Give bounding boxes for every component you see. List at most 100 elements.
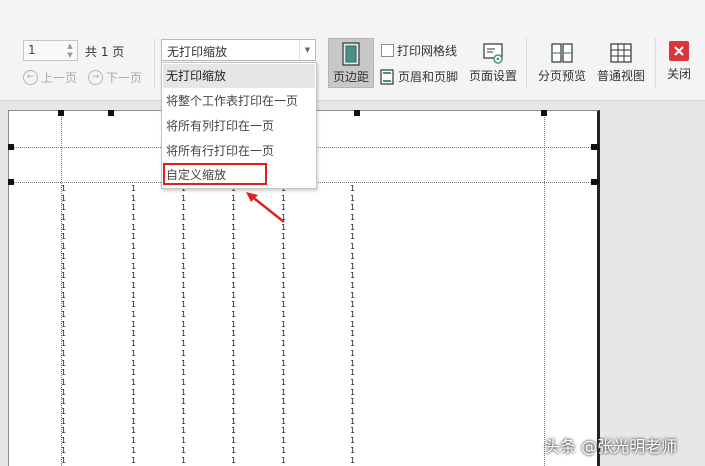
zoom-option-fit-rows[interactable]: 将所有行打印在一页 xyxy=(163,139,315,163)
margin-guide-right[interactable] xyxy=(544,112,545,466)
cell-value: 1 xyxy=(131,203,136,212)
close-icon xyxy=(669,41,689,61)
normal-view-button[interactable]: 普通视图 xyxy=(594,38,648,88)
page-break-icon xyxy=(551,43,573,63)
margin-handle[interactable] xyxy=(591,179,599,185)
print-gridlines-checkbox[interactable]: 打印网格线 xyxy=(381,42,457,59)
cell-value: 1 xyxy=(181,281,186,290)
cell-value: 1 xyxy=(131,368,136,377)
margins-label: 页边距 xyxy=(332,70,369,84)
cell-value: 1 xyxy=(61,203,66,212)
margin-handle[interactable] xyxy=(58,110,64,116)
cell-value: 1 xyxy=(61,446,66,455)
cell-value: 1 xyxy=(131,407,136,416)
cell-value: 1 xyxy=(350,339,355,348)
cell-value: 1 xyxy=(231,213,236,222)
cell-value: 1 xyxy=(231,397,236,406)
cell-value: 1 xyxy=(231,329,236,338)
spin-up-icon[interactable]: ▲ xyxy=(65,42,75,51)
spin-down-icon[interactable]: ▼ xyxy=(65,51,75,60)
cell-value: 1 xyxy=(61,359,66,368)
cell-value: 1 xyxy=(181,223,186,232)
column-handle[interactable] xyxy=(354,110,360,116)
cell-value: 1 xyxy=(61,271,66,280)
total-pages: 共 1 页 xyxy=(85,45,125,59)
chevron-down-icon[interactable]: ▼ xyxy=(299,40,315,60)
next-page-label: 下一页 xyxy=(106,70,143,85)
next-page-button[interactable]: → 下一页 xyxy=(88,68,142,86)
cell-value: 1 xyxy=(281,397,286,406)
page-setup-button[interactable]: 页面设置 xyxy=(467,38,519,88)
zoom-option-custom[interactable]: 自定义缩放 xyxy=(163,163,315,187)
cell-value: 1 xyxy=(281,291,286,300)
cell-value: 1 xyxy=(61,300,66,309)
cell-value: 1 xyxy=(131,388,136,397)
cell-value: 1 xyxy=(281,378,286,387)
cell-value: 1 xyxy=(231,223,236,232)
prev-page-button[interactable]: ← 上一页 xyxy=(23,68,77,86)
grid-icon xyxy=(610,43,632,63)
column-handle[interactable] xyxy=(108,110,114,116)
cell-value: 1 xyxy=(350,378,355,387)
margin-handle[interactable] xyxy=(8,179,14,185)
cell-value: 1 xyxy=(131,291,136,300)
checkbox-icon xyxy=(381,44,394,57)
cell-value: 1 xyxy=(131,397,136,406)
zoom-option-fit-columns[interactable]: 将所有列打印在一页 xyxy=(163,114,315,138)
cell-value: 1 xyxy=(61,291,66,300)
cell-value: 1 xyxy=(131,359,136,368)
cell-value: 1 xyxy=(231,368,236,377)
cell-value: 1 xyxy=(181,300,186,309)
cell-value: 1 xyxy=(350,349,355,358)
margin-handle[interactable] xyxy=(541,110,547,116)
zoom-option-no-scaling[interactable]: 无打印缩放 xyxy=(163,64,315,88)
cell-value: 1 xyxy=(350,446,355,455)
cell-value: 1 xyxy=(181,388,186,397)
cell-value: 1 xyxy=(61,281,66,290)
cell-value: 1 xyxy=(350,223,355,232)
cell-value: 1 xyxy=(61,378,66,387)
cell-value: 1 xyxy=(61,329,66,338)
cell-value: 1 xyxy=(131,242,136,251)
cell-value: 1 xyxy=(61,407,66,416)
divider xyxy=(655,38,656,88)
cell-value: 1 xyxy=(181,368,186,377)
close-button[interactable]: 关闭 xyxy=(662,38,696,88)
cell-value: 1 xyxy=(231,252,236,261)
cell-value: 1 xyxy=(181,329,186,338)
cell-value: 1 xyxy=(131,281,136,290)
cell-value: 1 xyxy=(181,378,186,387)
cell-value: 1 xyxy=(231,407,236,416)
margin-handle[interactable] xyxy=(591,144,599,150)
page-break-preview-button[interactable]: 分页预览 xyxy=(535,38,589,88)
cell-value: 1 xyxy=(61,368,66,377)
cell-value: 1 xyxy=(350,271,355,280)
cell-value: 1 xyxy=(350,368,355,377)
cell-value: 1 xyxy=(281,359,286,368)
divider xyxy=(154,38,155,88)
cell-value: 1 xyxy=(231,456,236,465)
page-number-spinner[interactable]: 1 ▲ ▼ xyxy=(23,40,78,61)
header-footer-label: 页眉和页脚 xyxy=(398,70,459,84)
cell-value: 1 xyxy=(350,213,355,222)
cell-value: 1 xyxy=(231,378,236,387)
cell-value: 1 xyxy=(181,194,186,203)
cell-value: 1 xyxy=(281,271,286,280)
cell-value: 1 xyxy=(181,291,186,300)
cell-value: 1 xyxy=(350,203,355,212)
cell-value: 1 xyxy=(61,339,66,348)
cell-value: 1 xyxy=(181,252,186,261)
margins-button[interactable]: 页边距 xyxy=(328,38,374,88)
cell-value: 1 xyxy=(231,242,236,251)
margin-handle[interactable] xyxy=(8,144,14,150)
header-footer-button[interactable]: 页眉和页脚 xyxy=(380,68,458,85)
cell-value: 1 xyxy=(281,262,286,271)
cell-value: 1 xyxy=(131,310,136,319)
zoom-select[interactable]: 无打印缩放 ▼ xyxy=(161,39,316,61)
cell-value: 1 xyxy=(61,252,66,261)
page-setup-label: 页面设置 xyxy=(468,69,517,83)
cell-value: 1 xyxy=(181,242,186,251)
cell-value: 1 xyxy=(281,446,286,455)
arrow-left-icon: ← xyxy=(23,69,38,85)
zoom-option-fit-sheet[interactable]: 将整个工作表打印在一页 xyxy=(163,89,315,113)
